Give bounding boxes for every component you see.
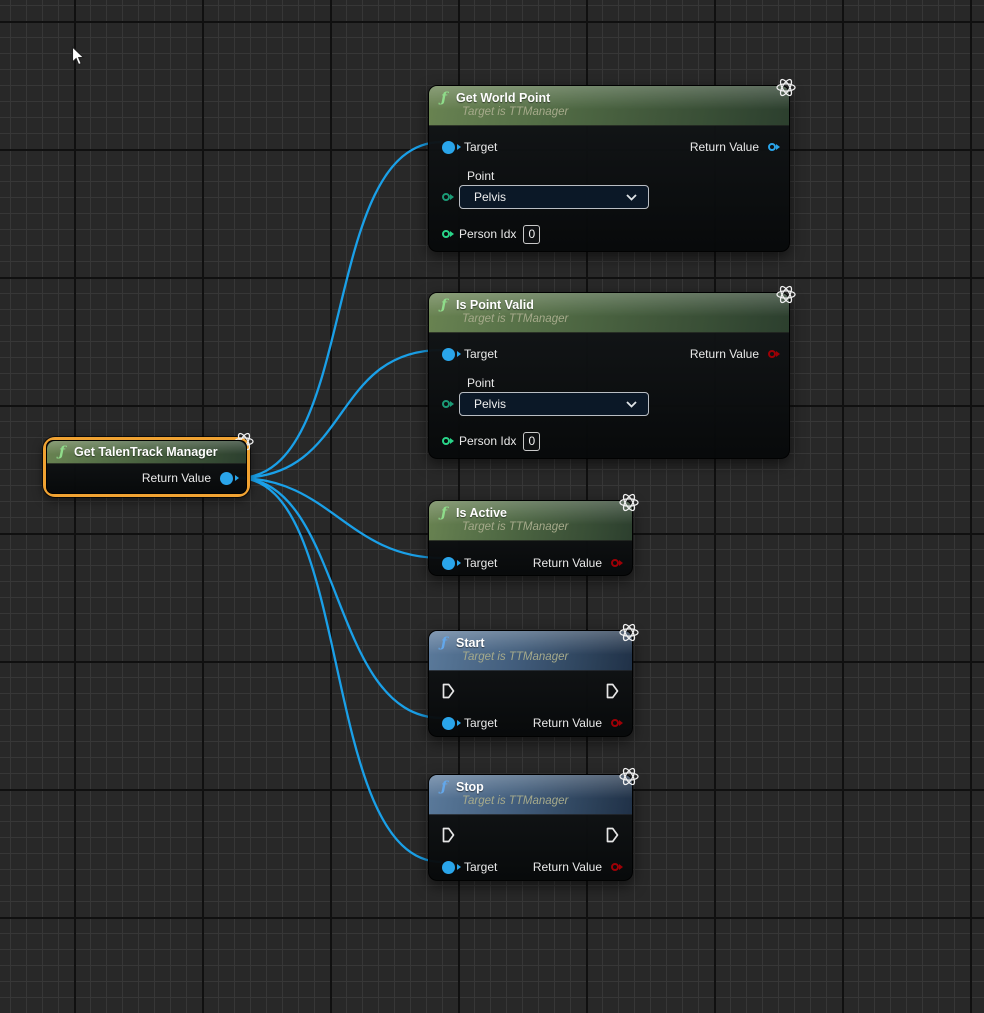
function-icon: ƒ	[441, 507, 447, 520]
exec-output-pin[interactable]	[606, 683, 619, 699]
atom-icon	[618, 493, 640, 517]
pin-label: Return Value	[533, 556, 602, 570]
node-subtitle: Target is TTManager	[462, 794, 622, 808]
return-value-output-pin[interactable]	[611, 719, 619, 727]
pin-label: Target	[464, 347, 497, 361]
node-subtitle: Target is TTManager	[462, 312, 779, 326]
pin-label: Target	[464, 556, 497, 570]
node-subtitle: Target is TTManager	[462, 650, 622, 664]
node-title: Get World Point	[456, 91, 550, 105]
chevron-down-icon	[626, 401, 637, 408]
wire-to-get-world-point[interactable]	[238, 142, 442, 478]
pin-label: Return Value	[690, 347, 759, 361]
function-icon: ƒ	[59, 446, 65, 459]
function-icon: ƒ	[441, 92, 447, 105]
point-dropdown[interactable]: Pelvis	[459, 185, 649, 209]
wire-to-is-point-valid[interactable]	[238, 350, 442, 478]
node-header[interactable]: ƒ Is Point Valid Target is TTManager	[429, 293, 789, 333]
node-header[interactable]: ƒ Get TalenTrack Manager	[47, 441, 246, 464]
node-get-talentrack-manager[interactable]: ƒ Get TalenTrack Manager Return Value	[46, 440, 247, 494]
node-header[interactable]: ƒ Start Target is TTManager	[429, 631, 632, 671]
target-input-pin[interactable]	[442, 717, 455, 730]
node-header[interactable]: ƒ Get World Point Target is TTManager	[429, 86, 789, 126]
node-stop[interactable]: ƒ Stop Target is TTManager Target Return…	[428, 774, 633, 881]
pin-label: Target	[464, 140, 497, 154]
node-is-point-valid[interactable]: ƒ Is Point Valid Target is TTManager Tar…	[428, 292, 790, 459]
pin-label: Person Idx	[459, 227, 516, 241]
person-idx-field[interactable]: 0	[523, 432, 540, 451]
dropdown-value: Pelvis	[474, 397, 506, 411]
function-icon: ƒ	[441, 299, 447, 312]
node-subtitle: Target is TTManager	[462, 520, 622, 534]
selection-outline: ƒ Get TalenTrack Manager Return Value	[43, 437, 250, 497]
node-is-active[interactable]: ƒ Is Active Target is TTManager Target R…	[428, 500, 633, 576]
wire-to-stop[interactable]	[238, 478, 442, 862]
node-start[interactable]: ƒ Start Target is TTManager Target Retur…	[428, 630, 633, 737]
exec-input-pin[interactable]	[442, 827, 455, 843]
node-subtitle: Target is TTManager	[462, 105, 779, 119]
target-input-pin[interactable]	[442, 557, 455, 570]
exec-input-pin[interactable]	[442, 683, 455, 699]
node-title: Stop	[456, 780, 484, 794]
point-dropdown[interactable]: Pelvis	[459, 392, 649, 416]
person-idx-input-pin[interactable]	[442, 437, 450, 445]
target-input-pin[interactable]	[442, 348, 455, 361]
mouse-cursor-icon	[71, 46, 85, 72]
target-input-pin[interactable]	[442, 861, 455, 874]
target-input-pin[interactable]	[442, 141, 455, 154]
point-input-pin[interactable]	[442, 400, 450, 408]
node-title: Is Point Valid	[456, 298, 534, 312]
pin-label: Return Value	[533, 716, 602, 730]
atom-icon	[775, 285, 797, 309]
node-header[interactable]: ƒ Is Active Target is TTManager	[429, 501, 632, 541]
node-get-world-point[interactable]: ƒ Get World Point Target is TTManager Ta…	[428, 85, 790, 252]
pin-label: Target	[464, 716, 497, 730]
pin-label: Return Value	[533, 860, 602, 874]
node-title: Get TalenTrack Manager	[74, 445, 218, 459]
node-title: Start	[456, 636, 484, 650]
return-value-output-pin[interactable]	[611, 559, 619, 567]
pin-label: Return Value	[142, 471, 211, 485]
return-value-output-pin[interactable]	[220, 472, 233, 485]
chevron-down-icon	[626, 194, 637, 201]
pin-label: Point	[467, 376, 789, 390]
atom-icon	[775, 78, 797, 102]
point-input-pin[interactable]	[442, 193, 450, 201]
blueprint-graph-canvas[interactable]: ƒ Get World Point Target is TTManager Ta…	[0, 0, 984, 1013]
function-icon: ƒ	[441, 637, 447, 650]
person-idx-field[interactable]: 0	[523, 225, 540, 244]
person-idx-input-pin[interactable]	[442, 230, 450, 238]
return-value-output-pin[interactable]	[611, 863, 619, 871]
pin-label: Person Idx	[459, 434, 516, 448]
function-icon: ƒ	[441, 781, 447, 794]
return-value-output-pin[interactable]	[768, 350, 776, 358]
node-title: Is Active	[456, 506, 507, 520]
return-value-output-pin[interactable]	[768, 143, 776, 151]
dropdown-value: Pelvis	[474, 190, 506, 204]
pin-label: Target	[464, 860, 497, 874]
pin-label: Return Value	[690, 140, 759, 154]
atom-icon	[618, 623, 640, 647]
pin-label: Point	[467, 169, 789, 183]
atom-icon	[618, 767, 640, 791]
exec-output-pin[interactable]	[606, 827, 619, 843]
node-header[interactable]: ƒ Stop Target is TTManager	[429, 775, 632, 815]
